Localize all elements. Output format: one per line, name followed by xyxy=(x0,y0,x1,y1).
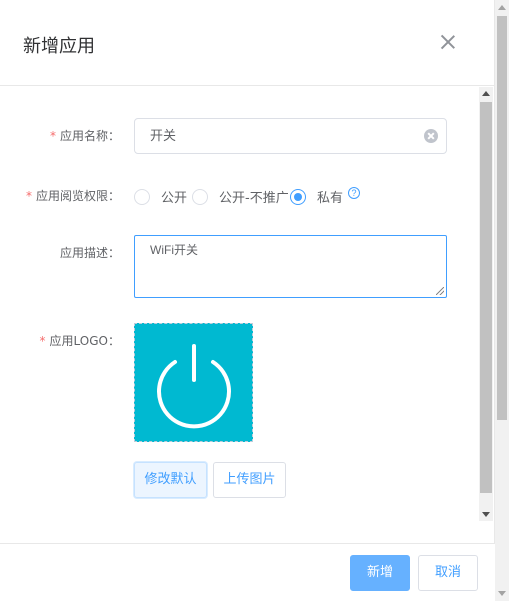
upload-image-button[interactable]: 上传图片 xyxy=(213,462,286,498)
logo-label: * 应用LOGO： xyxy=(39,334,120,348)
add-button[interactable]: 新增 xyxy=(350,555,410,591)
close-icon[interactable] xyxy=(440,34,456,50)
power-icon xyxy=(157,344,231,429)
dialog-body: * 应用名称： 开关 * 应用阅览权限： 公开 公开-不推广 私有 ? 应用描述： … xyxy=(0,87,495,521)
radio-circle[interactable] xyxy=(192,188,208,205)
required-asterisk: * xyxy=(49,129,56,143)
page-scrollbar[interactable] xyxy=(495,0,509,601)
page-scroll-down[interactable] xyxy=(495,587,509,601)
page-scroll-up[interactable] xyxy=(495,0,509,14)
required-asterisk: * xyxy=(39,334,46,348)
modify-default-button[interactable]: 修改默认 xyxy=(134,462,207,498)
dialog-footer: 新增 取消 xyxy=(0,543,495,601)
permission-label: * 应用阅览权限： xyxy=(25,189,120,203)
body-scrollbar[interactable] xyxy=(479,87,493,521)
radio-circle[interactable] xyxy=(290,188,306,205)
radio-label: 私有 xyxy=(317,191,344,206)
required-asterisk: * xyxy=(25,189,32,203)
radio-public[interactable]: 公开 xyxy=(134,187,187,206)
dialog-header: 新增应用 xyxy=(0,0,495,86)
clear-input-icon[interactable] xyxy=(424,129,438,143)
add-app-dialog: 新增应用 * 应用名称： 开关 * 应用阅览权限： 公开 公开-不推广 私有 ? 应… xyxy=(0,0,495,601)
scroll-up-arrow-icon[interactable] xyxy=(498,5,506,10)
scroll-down-arrow-icon[interactable] xyxy=(482,512,490,517)
app-logo-preview[interactable] xyxy=(134,323,253,442)
description-text: WiFi开关 xyxy=(150,243,198,257)
radio-label: 公开-不推广 xyxy=(219,191,289,206)
dialog-title: 新增应用 xyxy=(23,36,95,57)
help-icon[interactable]: ? xyxy=(348,187,360,199)
app-name-label: * 应用名称： xyxy=(49,129,120,143)
description-label: 应用描述： xyxy=(59,246,120,260)
radio-circle[interactable] xyxy=(134,188,150,205)
scroll-up-arrow-icon[interactable] xyxy=(482,91,490,96)
cancel-button[interactable]: 取消 xyxy=(418,555,478,591)
resize-handle[interactable] xyxy=(436,287,444,295)
page-scrollbar-thumb[interactable] xyxy=(497,16,507,420)
app-name-input[interactable]: 开关 xyxy=(134,118,447,154)
scrollbar-thumb[interactable] xyxy=(480,102,492,493)
radio-label: 公开 xyxy=(161,191,188,206)
radio-private[interactable]: 私有 xyxy=(290,187,343,206)
description-textarea[interactable]: WiFi开关 xyxy=(134,235,447,298)
radio-public-no-promote[interactable]: 公开-不推广 xyxy=(192,187,289,206)
scroll-down-arrow-icon[interactable] xyxy=(498,591,506,596)
